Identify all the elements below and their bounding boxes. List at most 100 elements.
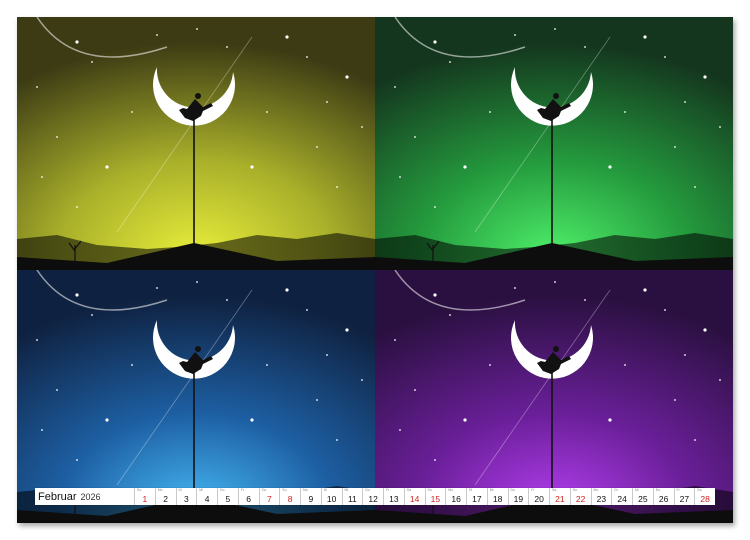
day-number: 14 xyxy=(409,494,420,504)
day-number: 11 xyxy=(347,494,357,504)
star xyxy=(624,111,626,113)
day-cell: Di 24 xyxy=(611,488,632,505)
star xyxy=(684,354,686,356)
day-cell: Do 12 xyxy=(362,488,383,505)
day-cell: So 15 xyxy=(424,488,446,505)
weekday-label: Sa xyxy=(406,488,412,492)
day-number: 3 xyxy=(184,494,189,504)
star xyxy=(345,75,349,79)
day-number: 12 xyxy=(368,494,378,504)
weekday-label: Do xyxy=(365,488,370,492)
day-cell: So 22 xyxy=(569,488,591,505)
star xyxy=(131,364,133,366)
day-cell: Sa 28 xyxy=(694,488,715,505)
star xyxy=(36,86,38,88)
weekday-label: Mi xyxy=(344,488,349,492)
night-scene xyxy=(375,270,733,523)
star xyxy=(250,165,254,169)
day-cell: Mo 23 xyxy=(590,488,612,505)
star xyxy=(316,146,318,148)
weekday-label: Mo xyxy=(303,488,308,492)
artwork-panel-yellow xyxy=(17,17,375,270)
day-cell: Mi 4 xyxy=(196,488,217,505)
weekday-label: Fr xyxy=(531,488,535,492)
star xyxy=(433,293,437,297)
star xyxy=(75,293,79,297)
night-scene xyxy=(17,270,375,523)
star xyxy=(316,399,318,401)
sky xyxy=(17,17,375,270)
day-cell: Fr 13 xyxy=(383,488,404,505)
day-cell: Mo 16 xyxy=(445,488,466,505)
day-number: 13 xyxy=(389,494,399,504)
day-cell: Fr 6 xyxy=(237,488,259,505)
day-cell: Di 17 xyxy=(466,488,487,505)
star xyxy=(41,429,43,431)
star xyxy=(345,328,349,332)
day-number: 17 xyxy=(472,494,482,504)
day-number: 24 xyxy=(617,494,627,504)
day-cell: Do 5 xyxy=(217,488,238,505)
star xyxy=(664,56,666,58)
star xyxy=(266,111,268,113)
star xyxy=(326,354,328,356)
star xyxy=(433,40,437,44)
star xyxy=(131,111,133,113)
star xyxy=(684,101,686,103)
day-cell: So 8 xyxy=(279,488,300,505)
star xyxy=(56,389,58,391)
star xyxy=(91,61,93,63)
star xyxy=(306,56,308,58)
star xyxy=(76,206,78,208)
day-cell: Do 26 xyxy=(652,488,674,505)
star xyxy=(105,165,109,169)
calendar-strip: Februar 2026 So 1 Mo 2 Di 3 Mi 4 Do 5 Fr 6 Sa 7 So 8 Mo 9… xyxy=(35,488,715,505)
day-cell: Mi 11 xyxy=(341,488,363,505)
artwork-panel-purple xyxy=(375,270,733,523)
dancer-head xyxy=(553,346,559,352)
day-number: 15 xyxy=(430,494,441,504)
star xyxy=(608,165,612,169)
star xyxy=(285,35,289,39)
star xyxy=(399,176,401,178)
dancer-head xyxy=(553,93,559,99)
star xyxy=(326,101,328,103)
star xyxy=(226,46,228,48)
weekday-label: Do xyxy=(655,488,661,492)
weekday-label: Mo xyxy=(448,488,454,492)
weekday-label: Mi xyxy=(635,488,639,492)
day-cell: Di 3 xyxy=(175,488,197,505)
day-number: 23 xyxy=(596,494,607,504)
star xyxy=(361,126,363,128)
day-number: 16 xyxy=(451,494,461,504)
star xyxy=(463,418,467,422)
weekday-label: Di xyxy=(469,488,473,492)
year-label: 2026 xyxy=(80,491,101,502)
weekday-label: So xyxy=(282,488,287,492)
star xyxy=(584,299,586,301)
star xyxy=(306,309,308,311)
star xyxy=(414,136,416,138)
artwork-panel-blue xyxy=(17,270,375,523)
sky xyxy=(17,270,375,523)
day-cells: So 1 Mo 2 Di 3 Mi 4 Do 5 Fr 6 Sa 7 So 8 Mo 9 Di 10 Mi 11 Do 12 F… xyxy=(134,488,715,505)
star xyxy=(75,40,79,44)
calendar-page xyxy=(17,17,733,523)
day-number: 8 xyxy=(287,494,293,504)
star xyxy=(643,288,647,292)
day-number: 6 xyxy=(246,494,251,504)
star xyxy=(719,379,721,381)
day-number: 25 xyxy=(638,494,648,504)
star xyxy=(608,418,612,422)
star xyxy=(196,28,198,30)
weekday-label: Fr xyxy=(386,488,390,492)
day-cell: Di 10 xyxy=(320,488,342,505)
day-number: 22 xyxy=(575,494,586,504)
day-cell: Mi 18 xyxy=(486,488,508,505)
star xyxy=(449,314,451,316)
day-number: 20 xyxy=(534,494,544,504)
dancer-head xyxy=(195,346,201,352)
star xyxy=(554,28,556,30)
star xyxy=(105,418,109,422)
star xyxy=(76,459,78,461)
